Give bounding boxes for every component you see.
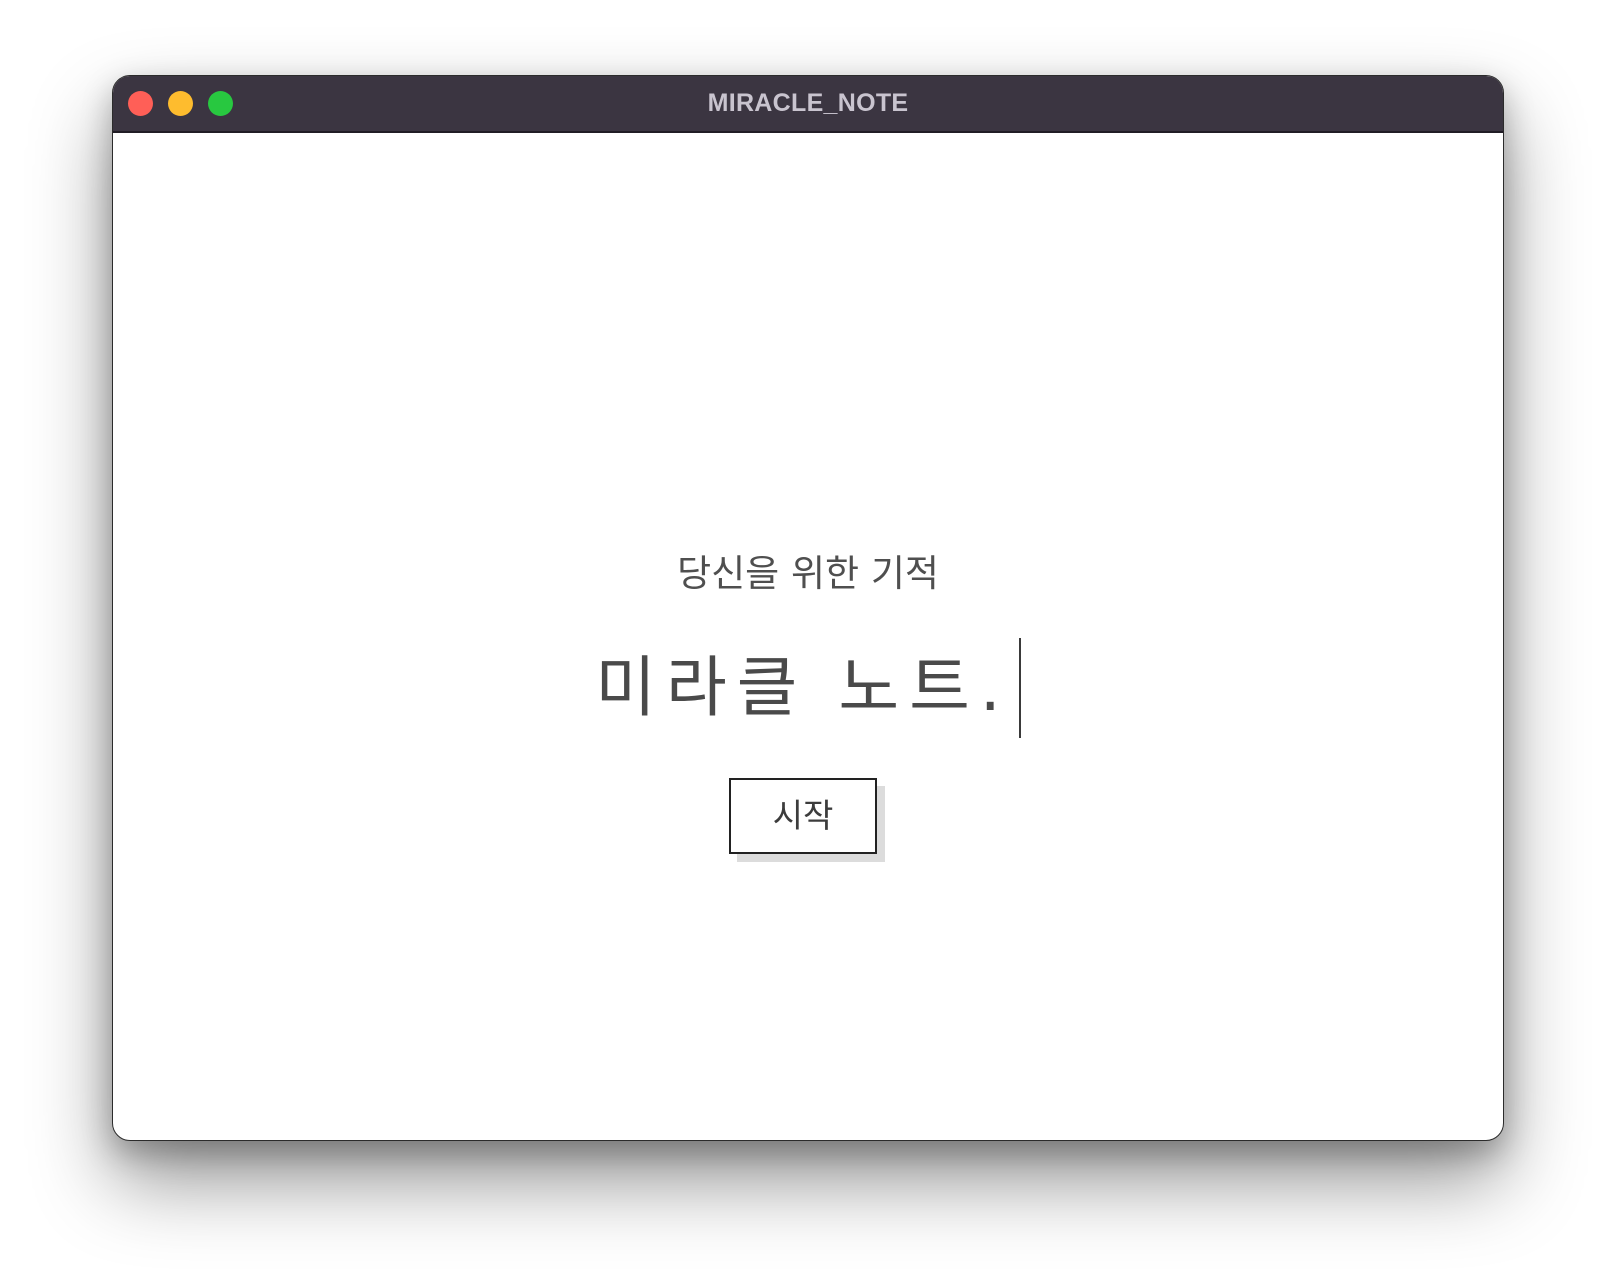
- headline-text: 미라클 노트.: [595, 649, 1011, 726]
- tagline: 당신을 위한 기적: [677, 552, 939, 595]
- start-button[interactable]: 시작: [729, 778, 877, 854]
- main-content: 당신을 위한 기적 미라클 노트. 시작: [113, 133, 1503, 1140]
- window-titlebar[interactable]: MIRACLE_NOTE: [113, 76, 1503, 133]
- text-caret: [1018, 638, 1021, 738]
- desktop-background: MIRACLE_NOTE 당신을 위한 기적 미라클 노트. 시작: [0, 0, 1612, 1286]
- window-title: MIRACLE_NOTE: [707, 89, 909, 117]
- app-headline: 미라클 노트.: [113, 638, 1503, 738]
- app-window: MIRACLE_NOTE 당신을 위한 기적 미라클 노트. 시작: [112, 75, 1504, 1141]
